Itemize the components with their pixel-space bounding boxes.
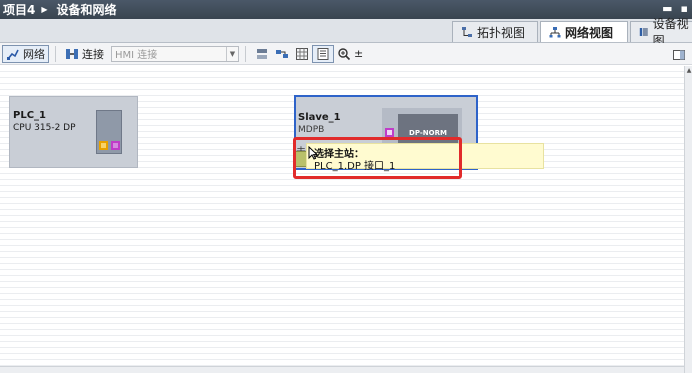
connections-mode-button[interactable]: 连接	[62, 45, 107, 63]
plc-type: CPU 315-2 DP	[13, 123, 76, 133]
relations-icon	[257, 48, 267, 59]
tab-topology-label: 拓扑视图	[477, 25, 526, 40]
highlight-box	[293, 137, 462, 179]
tab-network-view[interactable]: 网络视图	[540, 21, 628, 42]
address-icon	[276, 49, 288, 58]
network-icon	[549, 27, 561, 38]
view-tab-bar: 拓扑视图 网络视图 设备视图	[0, 17, 692, 48]
connection-icon	[66, 48, 78, 59]
connections-mode-label: 连接	[82, 47, 104, 61]
horizontal-scrollbar[interactable]	[0, 366, 684, 373]
grid-toggle-button[interactable]	[292, 45, 312, 63]
toolbar-divider	[55, 45, 56, 62]
zoom-button[interactable]: ±	[334, 45, 366, 63]
breadcrumb-project[interactable]: 项目4	[0, 1, 35, 18]
breadcrumb-page: 设备和网络	[56, 3, 117, 17]
slave-name: Slave_1	[298, 112, 341, 123]
toolbar-divider	[245, 45, 246, 62]
slave-type: MDPB	[298, 125, 325, 135]
vertical-scrollbar[interactable]: ▲	[684, 66, 692, 373]
minimize-icon[interactable]: ▬	[662, 2, 672, 15]
device-icon	[639, 28, 648, 36]
zoom-arrow-icon: ±	[354, 47, 364, 60]
panel-toggle-button[interactable]	[669, 46, 689, 64]
relations-button[interactable]	[252, 45, 272, 63]
connection-type-select[interactable]: HMI 连接 ▼	[111, 45, 239, 62]
tab-network-label: 网络视图	[565, 25, 614, 40]
grid-icon	[296, 47, 308, 60]
overview-icon	[317, 47, 329, 60]
dp-port-icon[interactable]	[111, 141, 120, 150]
chevron-down-icon: ▼	[226, 46, 238, 61]
overview-toggle-button[interactable]	[312, 44, 334, 63]
slave-dp-port-icon[interactable]	[385, 128, 394, 137]
zoom-icon	[338, 47, 351, 60]
mpi-port-icon[interactable]	[99, 141, 108, 150]
panel-icon	[673, 50, 685, 60]
tab-topology-view[interactable]: 拓扑视图	[452, 21, 538, 42]
network-toolbar: 网络 连接 HMI 连接 ▼ ±	[0, 43, 692, 65]
scroll-up-icon[interactable]: ▲	[685, 66, 692, 75]
connection-type-value: HMI 连接	[115, 50, 158, 61]
restore-icon[interactable]: ▪	[681, 2, 688, 15]
network-mode-button[interactable]: 网络	[2, 44, 49, 63]
title-bar: 项目4 ▶ 设备和网络 ▬ ▪	[0, 0, 692, 19]
tab-device-view[interactable]: 设备视图	[630, 17, 692, 48]
network-connect-icon	[7, 49, 19, 60]
network-mode-label: 网络	[23, 47, 45, 61]
breadcrumb-separator-icon: ▶	[41, 5, 48, 14]
address-overview-button[interactable]	[272, 45, 292, 63]
plc-name: PLC_1	[13, 110, 46, 121]
topology-icon	[462, 27, 472, 37]
